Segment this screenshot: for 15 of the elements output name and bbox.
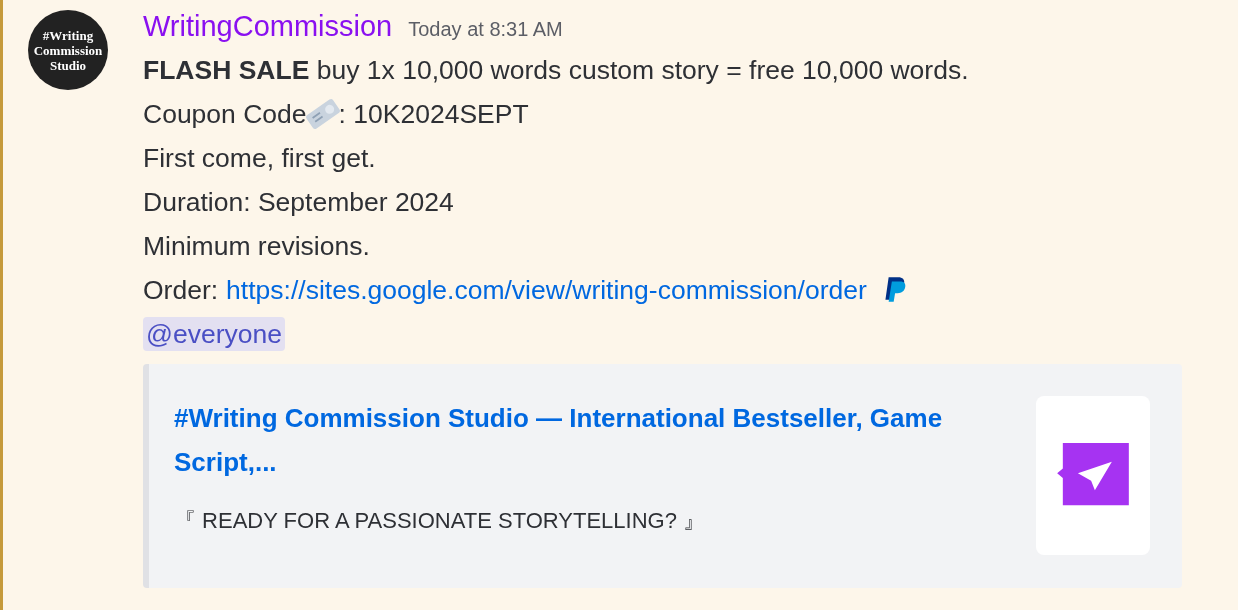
thumbnail[interactable]: [1036, 396, 1150, 555]
timestamp: Today at 8:31 AM: [408, 18, 563, 41]
order-link[interactable]: https://sites.google.com/view/writing-commission/order: [226, 268, 867, 312]
embed-title-link[interactable]: #Writing Commission Studio — International Bestseller, Game Script,...: [174, 396, 974, 484]
embed-description: 『 READY FOR A PASSIONATE STORYTELLING? 』: [174, 507, 706, 535]
message-text: Order:: [143, 274, 219, 307]
message-text: Coupon Code: [143, 98, 307, 131]
coupon-code: : 10K2024SEPT: [338, 98, 529, 131]
author-name[interactable]: WritingCommission: [143, 10, 393, 43]
message-text: Duration: September 2024: [143, 186, 455, 219]
avatar-logo[interactable]: #Writing Commission Studio: [28, 10, 108, 90]
mention-tag[interactable]: @everyone: [143, 317, 285, 351]
message-text: First come, first get.: [143, 142, 377, 175]
message-text: FLASH SALE buy 1x 10,000 words custom story = free 10,000 words.: [143, 54, 970, 87]
message-text: Minimum revisions.: [143, 230, 371, 263]
